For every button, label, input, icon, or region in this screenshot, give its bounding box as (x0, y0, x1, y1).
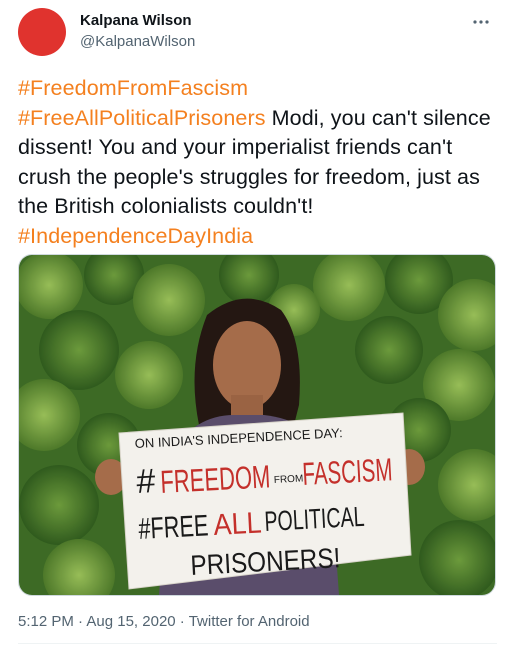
meta-separator: · (175, 613, 189, 630)
tweet-photo[interactable]: ON INDIA'S INDEPENDENCE DAY: # FREEDOM F… (18, 254, 496, 596)
tweet-time[interactable]: 5:12 PM (18, 613, 74, 630)
sign-from: FROM (274, 473, 304, 486)
divider (18, 643, 497, 644)
avatar[interactable] (18, 8, 66, 56)
hashtag-freedom-from-fascism[interactable]: #FreedomFromFascism (18, 76, 248, 100)
meta-separator: · (73, 613, 87, 630)
author-handle[interactable]: @KalpanaWilson (80, 33, 195, 50)
tweet-meta: 5:12 PM · Aug 15, 2020 · Twitter for And… (18, 613, 310, 630)
sign-political: POLITICAL (264, 501, 365, 537)
sign-all: ALL (213, 507, 263, 542)
hashtag-independence-day-india[interactable]: #IndependenceDayIndia (18, 224, 253, 248)
hashtag-free-all-political-prisoners[interactable]: #FreeAllPoliticalPrisoners (18, 106, 266, 130)
tweet-card: Kalpana Wilson @KalpanaWilson #FreedomFr… (0, 0, 515, 646)
sign-fascism: FASCISM (301, 451, 393, 492)
tweet-source[interactable]: Twitter for Android (189, 613, 310, 630)
tweet-date[interactable]: Aug 15, 2020 (86, 613, 175, 630)
more-options-icon (473, 20, 489, 24)
sign-freedom: FREEDOM (159, 458, 271, 500)
protest-photo: ON INDIA'S INDEPENDENCE DAY: # FREEDOM F… (19, 255, 495, 595)
author-name[interactable]: Kalpana Wilson (80, 12, 192, 29)
tweet-text: #FreedomFromFascism #FreeAllPoliticalPris… (18, 74, 498, 251)
sign-hash-free: #FREE (138, 509, 210, 546)
more-options-button[interactable] (467, 8, 495, 36)
sign-hash-1: # (135, 462, 156, 501)
